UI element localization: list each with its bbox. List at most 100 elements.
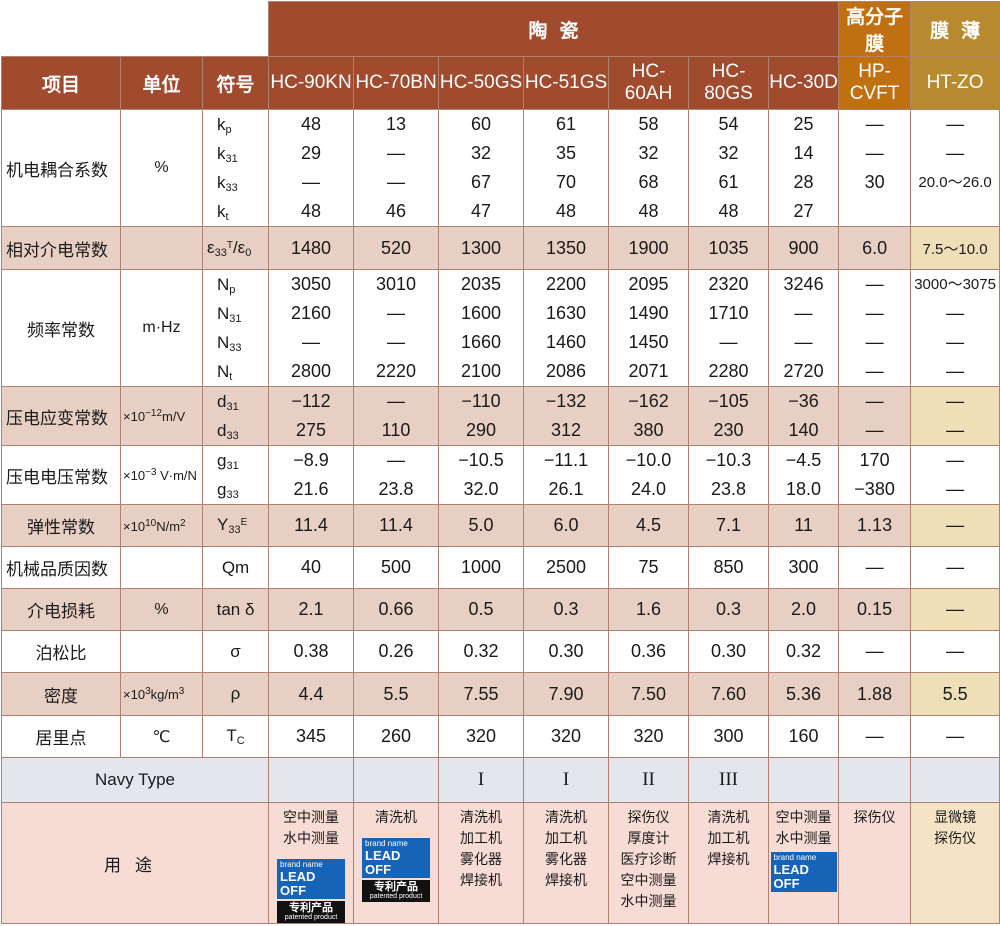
density-value-6: 5.36 bbox=[768, 672, 840, 716]
row-voltage: 压电电压常数 ×10−3 V·m/N g31 g33 −8.9 21.6—23.8 −10.… bbox=[1, 445, 1000, 505]
header-model-4: HC-60AH bbox=[608, 56, 690, 110]
density-value-7: 1.88 bbox=[838, 672, 912, 716]
row-strain: 压电应变常数 ×10−12m/V d31 d33 −112 275—110 −110 290−… bbox=[1, 386, 1000, 446]
poisson-value-4: 0.36 bbox=[608, 630, 690, 673]
use-item: 清洗机 bbox=[375, 809, 418, 825]
use-item: 空中测量 bbox=[775, 809, 832, 825]
strain-value: −132 bbox=[545, 391, 587, 411]
row-navy: Navy Type I I II III bbox=[0, 757, 1000, 803]
qm-value-7: — bbox=[838, 546, 912, 589]
use-item: 加工机 bbox=[707, 830, 750, 846]
header-model-2: HC-50GS bbox=[438, 56, 525, 110]
frequency-value: 2160 bbox=[291, 303, 332, 323]
spec-table: 陶瓷 高分子膜 膜薄 项目 单位 符号 HC-90KN HC-70BN HC-50G… bbox=[0, 1, 1000, 924]
group-thinfilm: 膜薄 bbox=[910, 1, 1000, 57]
loss-symbol: tan δ bbox=[201, 588, 270, 631]
voltage-values-1: — 23.8 bbox=[353, 445, 440, 505]
elastic-value-3: 6.0 bbox=[523, 504, 610, 547]
qm-value-4: 75 bbox=[608, 546, 690, 589]
frequency-value: 3050 bbox=[291, 274, 332, 294]
strain-values-0: −112 275 bbox=[268, 386, 355, 446]
lead-off-badge: brand name LEAD OFF 专利产品 patented product bbox=[362, 838, 431, 902]
coupling-symbol-sub: 33 bbox=[225, 182, 238, 194]
strain-unit-exp: −12 bbox=[145, 408, 163, 419]
use-name: 用途 bbox=[0, 802, 270, 924]
frequency-value: 1600 bbox=[461, 303, 502, 323]
dielectric-value-3: 1350 bbox=[523, 226, 610, 270]
voltage-symbol-sub: 33 bbox=[226, 489, 239, 501]
qm-value-8: — bbox=[910, 546, 1000, 589]
use-item: 探伤仪 bbox=[627, 809, 670, 825]
dielectric-symbol-sub0: 0 bbox=[245, 246, 252, 259]
use-item: 探伤仪 bbox=[934, 830, 977, 846]
strain-value: — bbox=[865, 391, 884, 411]
coupling-values-1: 13 — — 46 bbox=[353, 109, 440, 227]
use-values-7: 探伤仪 bbox=[838, 802, 912, 924]
coupling-symbol-sub: t bbox=[225, 211, 229, 223]
frequency-value: 2095 bbox=[628, 274, 669, 294]
coupling-value: 32 bbox=[471, 143, 492, 163]
row-loss: 介电损耗% tan δ 2.1 0.66 0.5 0.3 1.6 0.3 2.0 0.15— bbox=[1, 588, 1000, 631]
voltage-value: −10.0 bbox=[625, 450, 672, 470]
patent-logo: 专利产品 patented product bbox=[277, 901, 346, 923]
frequency-value: — bbox=[865, 361, 884, 381]
curie-value-0: 345 bbox=[268, 715, 355, 758]
loss-value-8: — bbox=[910, 588, 1000, 631]
group-ceramics: 陶瓷 bbox=[268, 1, 840, 57]
frequency-value: 2720 bbox=[783, 361, 824, 381]
coupling-symbol-letter: k bbox=[217, 115, 226, 134]
dielectric-unit bbox=[120, 226, 203, 270]
patent-en: patented product bbox=[369, 893, 423, 900]
frequency-value: 2280 bbox=[708, 361, 749, 381]
coupling-value: — bbox=[865, 114, 884, 134]
dielectric-value-6: 900 bbox=[768, 226, 840, 270]
strain-symbol-sub: 31 bbox=[226, 401, 239, 413]
qm-value-2: 1000 bbox=[438, 546, 525, 589]
row-use: 用途 空中测量 水中测量 brand name LEAD OFF 专利产品 patented… bbox=[0, 802, 1000, 924]
coupling-symbol: kp k31 k33 kt bbox=[201, 109, 270, 227]
strain-unit-base: ×10 bbox=[123, 409, 146, 424]
frequency-value: — bbox=[865, 274, 884, 294]
elastic-symbol-sup: E bbox=[240, 517, 248, 528]
dielectric-value-1: 520 bbox=[353, 226, 440, 270]
lead-off-badge: brand name LEAD OFF bbox=[770, 852, 837, 892]
loss-value-2: 0.5 bbox=[438, 588, 525, 631]
dielectric-value-5: 1035 bbox=[688, 226, 770, 270]
coupling-unit: % bbox=[120, 109, 203, 227]
frequency-value: 2800 bbox=[291, 361, 332, 381]
voltage-name: 压电电压常数 bbox=[1, 445, 121, 505]
use-values-3: 清洗机 加工机 雾化器 焊接机 bbox=[523, 802, 610, 924]
poisson-unit bbox=[120, 630, 203, 673]
strain-value: — bbox=[946, 391, 965, 411]
group-spacer bbox=[1, 1, 269, 57]
use-item: 清洗机 bbox=[707, 809, 750, 825]
elastic-value-0: 11.4 bbox=[268, 504, 355, 547]
dielectric-symbol: ε33T/ε0 bbox=[201, 226, 270, 270]
group-polymer: 高分子膜 bbox=[838, 1, 912, 57]
coupling-value: 32 bbox=[638, 143, 659, 163]
row-frequency: 频率常数 m·Hz Np N31 N33 Nt 3050 2160—2800 3010— —222… bbox=[1, 269, 1000, 387]
strain-values-8: — — bbox=[910, 386, 1000, 446]
voltage-value: — bbox=[946, 450, 965, 470]
voltage-value: — bbox=[946, 479, 965, 499]
lead-off-badge: brand name LEAD OFF 专利产品 patented product bbox=[277, 859, 346, 923]
dielectric-value-4: 1900 bbox=[608, 226, 690, 270]
coupling-name: 机电耦合系数 bbox=[1, 109, 121, 227]
poisson-value-6: 0.32 bbox=[768, 630, 840, 673]
strain-name: 压电应变常数 bbox=[1, 386, 121, 446]
strain-value: 275 bbox=[296, 420, 327, 440]
coupling-value: 70 bbox=[556, 172, 577, 192]
elastic-value-2: 5.0 bbox=[438, 504, 525, 547]
use-item: 清洗机 bbox=[460, 809, 503, 825]
frequency-value: 2200 bbox=[546, 274, 587, 294]
frequency-value: 2071 bbox=[628, 361, 669, 381]
coupling-value: 48 bbox=[301, 201, 322, 221]
coupling-value: 27 bbox=[793, 201, 814, 221]
voltage-value: −380 bbox=[854, 479, 895, 499]
coupling-value: — bbox=[387, 172, 406, 192]
density-value-5: 7.60 bbox=[688, 672, 770, 716]
voltage-value: 23.8 bbox=[711, 479, 747, 499]
curie-value-4: 320 bbox=[608, 715, 690, 758]
poisson-value-7: — bbox=[838, 630, 912, 673]
coupling-value: 61 bbox=[556, 114, 577, 134]
